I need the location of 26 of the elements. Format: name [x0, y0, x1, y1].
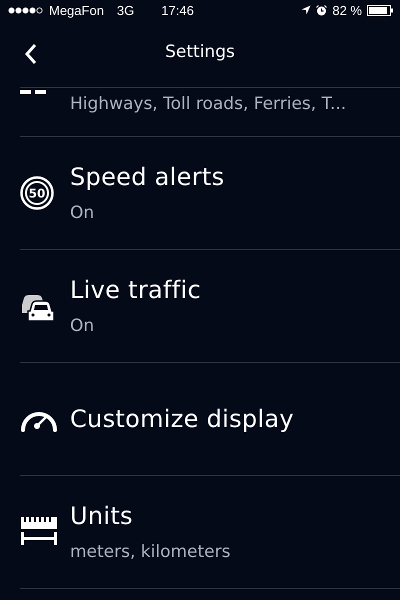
settings-row[interactable]: Units meters, kilometers — [20, 476, 400, 589]
setting-value: meters, kilometers — [70, 542, 230, 562]
clock-time: 17:46 — [161, 2, 194, 18]
back-icon[interactable] — [24, 42, 38, 64]
battery-icon — [367, 4, 394, 16]
signal-icon — [8, 6, 44, 14]
location-arrow-icon — [301, 5, 312, 15]
settings-row[interactable]: Live traffic On — [20, 250, 400, 363]
settings-row[interactable]: 50 Speed alerts On — [20, 137, 400, 250]
alarm-clock-icon — [316, 4, 328, 16]
carrier-name: MegaFon — [49, 2, 104, 18]
setting-title: Live traffic — [70, 276, 201, 304]
ruler-icon — [20, 517, 58, 547]
battery-percent: 82 % — [332, 2, 362, 18]
setting-value: Highways, Toll roads, Ferries, T... — [70, 94, 346, 114]
setting-title: Speed alerts — [70, 163, 224, 191]
settings-row[interactable]: Highways, Toll roads, Ferries, T... — [20, 87, 400, 137]
setting-title: Units — [70, 502, 134, 530]
road-icon — [20, 90, 46, 94]
speed-limit-icon: 50 — [20, 176, 54, 210]
network-type: 3G — [116, 2, 134, 18]
setting-title: Customize display — [70, 405, 294, 433]
settings-row[interactable]: Customize display — [20, 363, 400, 476]
setting-value: On — [70, 203, 96, 223]
setting-value: On — [70, 316, 96, 336]
screen-title: Settings — [164, 42, 236, 62]
